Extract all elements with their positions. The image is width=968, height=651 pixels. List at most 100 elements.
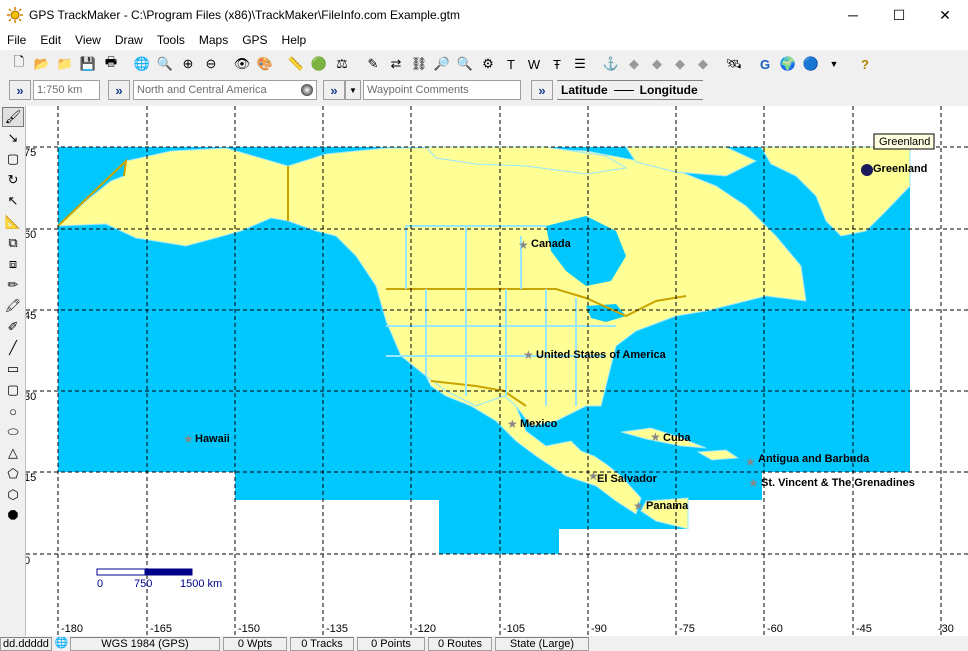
waypoint-star-icon: ★ bbox=[633, 499, 644, 513]
coordinate-icon[interactable]: ⚖ bbox=[331, 53, 353, 75]
list-icon[interactable]: ☰ bbox=[569, 53, 591, 75]
map-select[interactable]: North and Central America bbox=[133, 80, 317, 100]
scale-input[interactable]: 1:750 km bbox=[33, 80, 100, 100]
globe-search-icon[interactable]: 🔵 bbox=[800, 53, 822, 75]
pointer-line-icon[interactable]: ↘ bbox=[2, 128, 24, 148]
gps-route-icon: ◆ bbox=[675, 56, 685, 71]
track-edit-icon[interactable]: ✎ bbox=[362, 53, 384, 75]
arrow-pointer-icon[interactable]: ↖ bbox=[2, 191, 24, 211]
circle-tool-icon[interactable]: ○ bbox=[2, 401, 24, 421]
track-split-icon[interactable]: ⇄ bbox=[385, 53, 407, 75]
filter-icon[interactable]: ⚙ bbox=[477, 53, 499, 75]
waypoint-cuba[interactable]: ★ Cuba bbox=[650, 430, 691, 444]
line-tool-icon[interactable]: ╱ bbox=[2, 338, 24, 358]
colors-icon[interactable]: 🎨 bbox=[254, 53, 276, 75]
find-track-icon[interactable]: 🔍 bbox=[454, 53, 476, 75]
track-join-icon[interactable]: ⛓ bbox=[408, 53, 430, 75]
paste-layer-icon[interactable]: ⧈ bbox=[2, 254, 24, 274]
octagon-tool-icon[interactable]: ⯃ bbox=[2, 506, 24, 526]
polygon-tool-icon[interactable]: ⬠ bbox=[2, 464, 24, 484]
waypoint-apply-button[interactable]: » bbox=[323, 80, 345, 100]
zoom-icon[interactable]: 🔍 bbox=[154, 53, 176, 75]
pencil-icon[interactable]: ✏ bbox=[2, 275, 24, 295]
maximize-button[interactable]: ☐ bbox=[876, 0, 922, 30]
waypoint-pen-icon[interactable]: 🖍 bbox=[2, 296, 24, 316]
rounded-rect-tool-icon[interactable]: ▢ bbox=[2, 380, 24, 400]
zoom-in-icon[interactable]: ⊕ bbox=[177, 53, 199, 75]
green-globe-icon[interactable]: 🟢 bbox=[308, 53, 330, 75]
rectangle-select-icon[interactable]: ▢ bbox=[2, 149, 24, 169]
menu-gps[interactable]: GPS bbox=[235, 33, 274, 47]
rotate-icon[interactable]: ↻ bbox=[2, 170, 24, 190]
ellipse-tool-icon[interactable]: ⬭ bbox=[2, 422, 24, 442]
waypoint-usa[interactable]: ★ United States of America bbox=[523, 348, 667, 362]
save-icon[interactable]: 💾 bbox=[77, 53, 99, 75]
gps-receive-icon[interactable]: ⚓ bbox=[600, 53, 622, 75]
open-recent-folder-icon[interactable]: 📁 bbox=[54, 53, 76, 75]
lon-label-30: -30 bbox=[938, 623, 954, 635]
paint-select-icon[interactable]: 🖌 bbox=[2, 107, 24, 127]
waypoint-dropdown-button[interactable]: ▼ bbox=[345, 80, 361, 100]
satellite-icon[interactable]: 🛰 bbox=[723, 53, 745, 75]
lat-label-60: 60 bbox=[26, 229, 36, 241]
waypoint-comments-field[interactable]: Waypoint Comments bbox=[363, 80, 521, 100]
map-apply-button[interactable]: » bbox=[108, 80, 130, 100]
menu-edit[interactable]: Edit bbox=[33, 33, 68, 47]
lon-label-165: -165 bbox=[150, 623, 172, 635]
lat-label-45: 45 bbox=[26, 310, 36, 322]
rectangle-tool-icon[interactable]: ▭ bbox=[2, 359, 24, 379]
text-tool-icon[interactable]: Ŧ bbox=[546, 53, 568, 75]
waypoint-label: St. Vincent & The Grenadines bbox=[761, 477, 915, 489]
copy-layer-icon[interactable]: ⧉ bbox=[2, 233, 24, 253]
close-button[interactable]: ✕ bbox=[922, 0, 968, 30]
waypoint-panama[interactable]: ★ Panama bbox=[633, 499, 689, 513]
waypoint-label: Cuba bbox=[663, 432, 691, 444]
waypoint-mexico[interactable]: ★ Mexico bbox=[507, 417, 558, 431]
lat-lon-header: Latitude Longitude bbox=[557, 80, 703, 100]
minimize-button[interactable]: ─ bbox=[830, 0, 876, 30]
title-bar: GPS TrackMaker - C:\Program Files (x86)\… bbox=[0, 0, 968, 30]
menu-maps[interactable]: Maps bbox=[192, 33, 235, 47]
find-waypoint-icon[interactable]: 🔎 bbox=[431, 53, 453, 75]
waypoint-star-icon: ★ bbox=[518, 238, 529, 252]
scale-apply-button[interactable]: » bbox=[9, 80, 31, 100]
window-title: GPS TrackMaker - C:\Program Files (x86)\… bbox=[29, 8, 460, 22]
menu-help[interactable]: Help bbox=[275, 33, 314, 47]
zoom-out-icon[interactable]: ⊖ bbox=[200, 53, 222, 75]
print-icon[interactable]: 🖶 bbox=[100, 53, 122, 75]
track-pen-icon[interactable]: ✐ bbox=[2, 317, 24, 337]
view-eye-icon[interactable]: 👁 bbox=[231, 53, 253, 75]
waypoint-st-vincent[interactable]: ★ St. Vincent & The Grenadines bbox=[748, 476, 915, 490]
lon-label-60: -60 bbox=[767, 623, 783, 635]
menu-tools[interactable]: Tools bbox=[150, 33, 192, 47]
waypoint-canada[interactable]: ★ Canada bbox=[518, 238, 572, 252]
menu-view[interactable]: View bbox=[68, 33, 108, 47]
measure-icon[interactable]: 📐 bbox=[2, 212, 24, 232]
gps-waypoint-icon: ◆ bbox=[652, 56, 662, 71]
triangle-tool-icon[interactable]: △ bbox=[2, 443, 24, 463]
waypoint-star-icon: ★ bbox=[183, 432, 194, 446]
hexagon-tool-icon[interactable]: ⬡ bbox=[2, 485, 24, 505]
map-canvas[interactable]: 75 60 45 30 15 0 -180 -165 -150 -135 -12… bbox=[26, 106, 968, 636]
status-state: State (Large) bbox=[495, 637, 589, 651]
menu-draw[interactable]: Draw bbox=[108, 33, 150, 47]
dropdown-arrow-icon[interactable]: ▼ bbox=[823, 53, 845, 75]
ruler-icon[interactable]: 📏 bbox=[285, 53, 307, 75]
weather-icon[interactable]: W bbox=[523, 53, 545, 75]
coord-apply-button[interactable]: » bbox=[531, 80, 553, 100]
lat-label-15: 15 bbox=[26, 472, 36, 484]
menu-file[interactable]: File bbox=[0, 33, 33, 47]
open-folder-icon[interactable]: 📂 bbox=[31, 53, 53, 75]
waypoint-label: Canada bbox=[531, 238, 572, 250]
longitude-axis: -180 -165 -150 -135 -120 -105 -90 -75 -6… bbox=[61, 623, 954, 635]
globe-pin-icon[interactable]: 🌐 bbox=[131, 53, 153, 75]
lon-label-75: -75 bbox=[679, 623, 695, 635]
help-icon[interactable]: ? bbox=[854, 53, 876, 75]
earth-icon[interactable]: 🌍 bbox=[777, 53, 799, 75]
new-file-icon[interactable]: 🗋 bbox=[8, 53, 30, 75]
waypoint-hawaii[interactable]: ★ Hawaii bbox=[183, 432, 230, 446]
waypoint-label: Antigua and Barbuda bbox=[758, 453, 870, 465]
text-icon[interactable]: T bbox=[500, 53, 522, 75]
scale-label-750: 750 bbox=[134, 578, 152, 590]
google-icon[interactable]: G bbox=[754, 53, 776, 75]
